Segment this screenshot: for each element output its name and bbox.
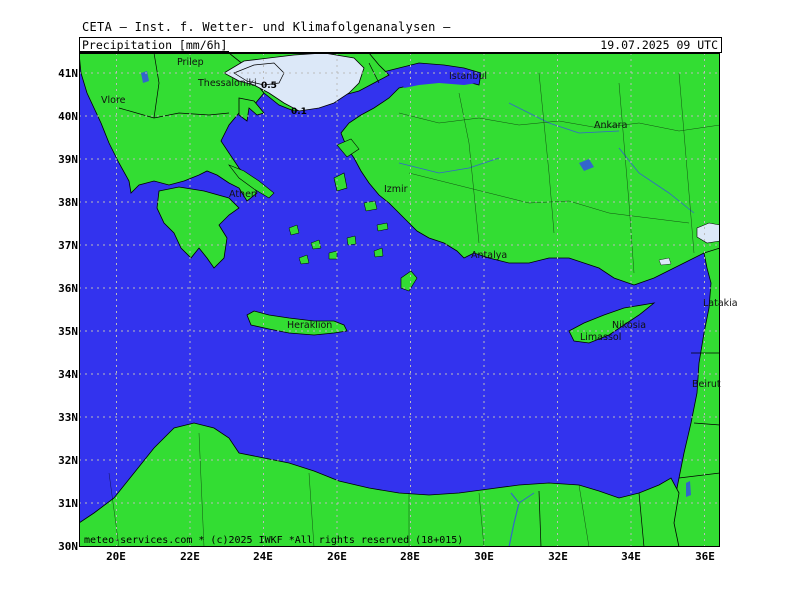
- city-label-latakia: Latakia: [703, 298, 738, 309]
- parameter-label: Precipitation [mm/6h]: [82, 38, 228, 52]
- city-label-antalya: Antalya: [471, 250, 508, 261]
- lat-label: 35N: [58, 325, 78, 338]
- lat-label: 31N: [58, 497, 78, 510]
- city-label-izmir: Izmir: [384, 184, 408, 195]
- lat-label: 30N: [58, 540, 78, 553]
- city-label-istanbul: Istanbul: [449, 71, 488, 82]
- lat-label: 33N: [58, 411, 78, 424]
- lat-label: 41N: [58, 67, 78, 80]
- lat-label: 40N: [58, 110, 78, 123]
- city-label-athen: Athen: [229, 189, 257, 200]
- lon-label: 36E: [695, 550, 715, 563]
- lat-label: 38N: [58, 196, 78, 209]
- lon-label: 20E: [106, 550, 126, 563]
- lon-label: 22E: [180, 550, 200, 563]
- lat-label: 36N: [58, 282, 78, 295]
- city-label-nikosia: Nikosia: [612, 320, 647, 331]
- header-organization: CETA – Inst. f. Wetter- und Klimafolgena…: [82, 20, 451, 34]
- forecast-datetime: 19.07.2025 09 UTC: [600, 38, 718, 52]
- city-label-vlore: Vlore: [101, 95, 126, 106]
- lon-label: 32E: [548, 550, 568, 563]
- lon-label: 26E: [327, 550, 347, 563]
- lon-label: 30E: [474, 550, 494, 563]
- city-label-thessaloniki: Thessaloniki: [198, 78, 257, 89]
- city-label-limassol: Limassol: [580, 332, 622, 343]
- city-label-beirut: Beirut: [692, 379, 721, 390]
- copyright-footer: meteo-services.com * (c)2025 IWKF *All r…: [84, 535, 464, 546]
- lon-label: 24E: [253, 550, 273, 563]
- lat-label: 39N: [58, 153, 78, 166]
- lat-label: 37N: [58, 239, 78, 252]
- city-label-prilep: Prilep: [177, 57, 204, 68]
- precipitation-map: Prilep Thessaloniki Vlore Istanbul Ankar…: [79, 53, 738, 547]
- contour-label-0-5: 0.5: [261, 81, 277, 91]
- lat-label: 32N: [58, 454, 78, 467]
- lat-label: 34N: [58, 368, 78, 381]
- contour-label-0-1: 0.1: [291, 107, 307, 117]
- lon-label: 28E: [400, 550, 420, 563]
- parameter-underline: [79, 51, 229, 52]
- lon-label: 34E: [621, 550, 641, 563]
- city-label-ankara: Ankara: [594, 120, 628, 131]
- city-label-heraklion: Heraklion: [287, 320, 333, 331]
- land-samos: [363, 200, 378, 212]
